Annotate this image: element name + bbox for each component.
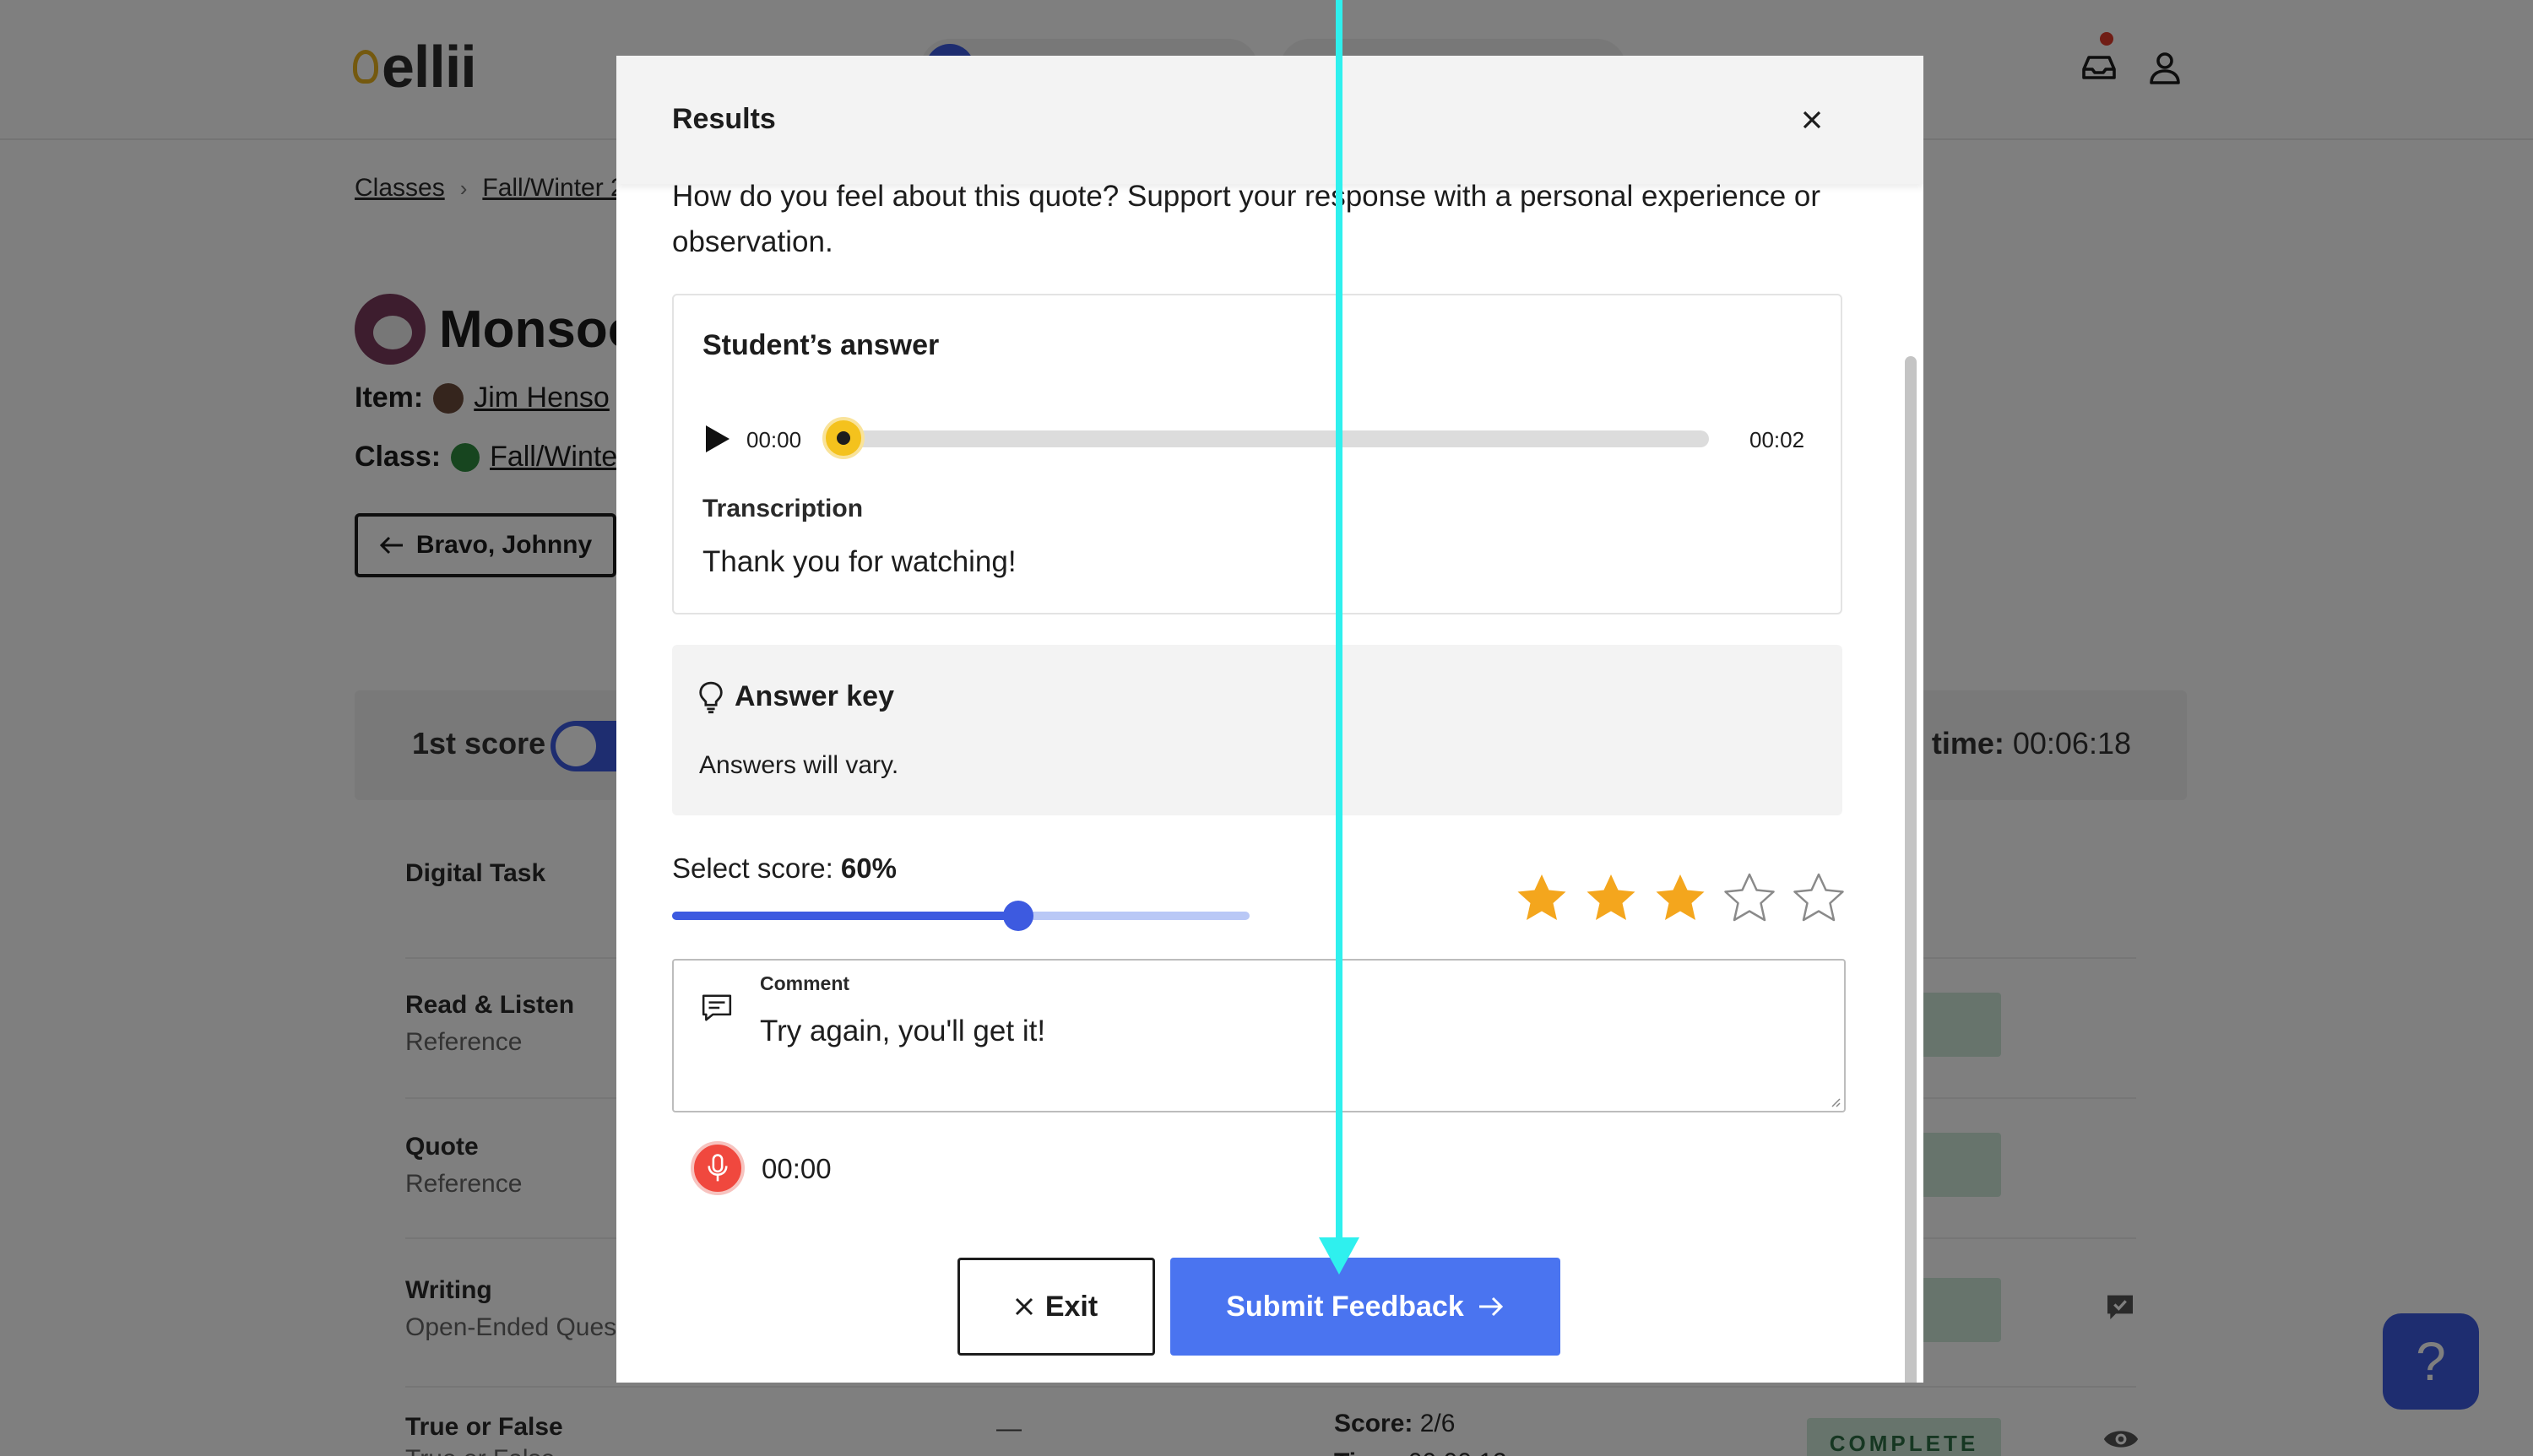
audio-player: 00:00 00:02	[702, 414, 1817, 464]
select-score-label: Select score: 60%	[672, 852, 897, 885]
modal-header: Results	[616, 56, 1923, 184]
exit-button-label: Exit	[1044, 1290, 1098, 1323]
select-score-value: 60%	[840, 852, 897, 884]
star-filled-icon[interactable]	[1653, 871, 1707, 925]
lightbulb-icon	[699, 681, 723, 714]
star-empty-icon[interactable]	[1722, 871, 1776, 925]
arrow-right-icon	[1478, 1296, 1503, 1317]
annotation-arrow-line	[1336, 0, 1342, 1249]
microphone-icon	[708, 1154, 728, 1182]
recording-timer: 00:00	[762, 1153, 832, 1184]
audio-progress-track[interactable]	[831, 430, 1709, 447]
record-audio-button[interactable]	[691, 1141, 745, 1195]
student-answer-title: Student’s answer	[702, 329, 940, 361]
close-icon	[1015, 1297, 1033, 1316]
comment-icon	[702, 994, 732, 1021]
star-rating	[1515, 871, 1846, 925]
comment-textarea[interactable]: Comment Try again, you'll get it!	[672, 959, 1846, 1112]
modal-title: Results	[672, 103, 776, 135]
transcription-label: Transcription	[702, 495, 864, 522]
select-score-text: Select score:	[672, 852, 833, 884]
close-icon	[1803, 111, 1821, 129]
submit-button-label: Submit Feedback	[1226, 1290, 1464, 1323]
answer-key-title: Answer key	[735, 680, 894, 712]
question-prompt: How do you feel about this quote? Suppor…	[672, 180, 1821, 258]
audio-duration: 00:02	[1749, 427, 1805, 452]
annotation-arrow-head	[1319, 1237, 1359, 1275]
close-modal-button[interactable]	[1793, 101, 1831, 138]
student-answer-card: Student’s answer 00:00 00:02 Transcripti…	[672, 294, 1842, 614]
exit-button[interactable]: Exit	[957, 1258, 1155, 1356]
resize-handle-icon[interactable]	[1827, 1094, 1841, 1107]
score-slider[interactable]	[672, 901, 1250, 931]
comment-label: Comment	[760, 972, 850, 994]
modal-scrollbar[interactable]	[1905, 356, 1917, 1383]
star-filled-icon[interactable]	[1515, 871, 1569, 925]
star-filled-icon[interactable]	[1584, 871, 1638, 925]
comment-text[interactable]: Try again, you'll get it!	[760, 1015, 1045, 1048]
score-slider-thumb[interactable]	[1003, 901, 1034, 931]
audio-progress-knob[interactable]	[822, 417, 865, 459]
audio-current-time: 00:00	[746, 427, 802, 452]
answer-key-text: Answers will vary.	[699, 751, 899, 779]
play-icon[interactable]	[702, 424, 731, 454]
submit-feedback-button[interactable]: Submit Feedback	[1170, 1258, 1560, 1356]
score-slider-fill	[672, 912, 1019, 920]
answer-key-card: Answer key Answers will vary.	[672, 645, 1842, 815]
results-modal: Results How do you feel about this quote…	[616, 56, 1923, 1383]
transcription-text: Thank you for watching!	[702, 545, 1017, 578]
star-empty-icon[interactable]	[1792, 871, 1846, 925]
